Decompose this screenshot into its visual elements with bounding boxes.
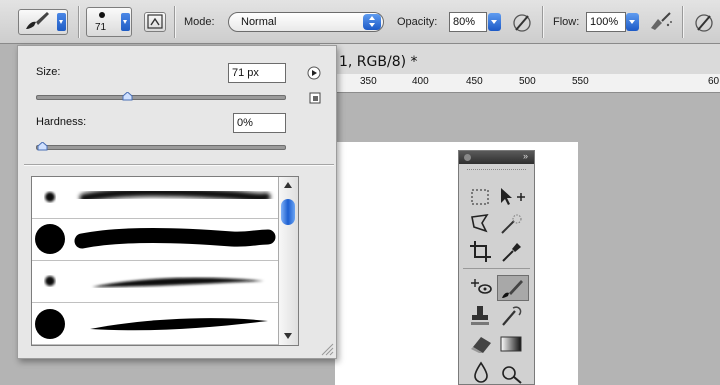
tablet-opacity-icon[interactable] — [510, 10, 534, 34]
list-item[interactable] — [32, 261, 278, 303]
ruler-tick-label: 550 — [572, 76, 589, 87]
stamp-icon — [471, 306, 489, 325]
marquee-tool[interactable] — [467, 185, 499, 211]
blur-tool[interactable] — [467, 359, 499, 385]
dodge-tool[interactable] — [497, 359, 529, 385]
toggle-brush-panel-button[interactable] — [144, 12, 166, 32]
ruler-tick-label: 500 — [519, 76, 536, 87]
size-slider-thumb[interactable] — [122, 92, 133, 101]
tools-panel: » — [458, 150, 535, 385]
brush-preset-hard-large — [35, 224, 276, 254]
chevron-down-icon — [57, 13, 66, 31]
eraser-icon — [471, 337, 491, 353]
toggle-brush-panel-icon — [147, 14, 163, 29]
scroll-up-icon[interactable] — [284, 182, 292, 188]
options-bar: 71 Mode: Normal Opacity: 80% Flow: 100% — [0, 0, 720, 44]
opacity-label: Opacity: — [397, 16, 438, 28]
brush-tool[interactable] — [497, 275, 529, 301]
tools-panel-header[interactable]: » — [459, 151, 534, 164]
chevron-down-icon — [121, 13, 130, 31]
dodge-icon — [502, 366, 522, 384]
mode-select[interactable]: Normal — [228, 12, 384, 32]
mode-select-value: Normal — [241, 16, 277, 28]
magic-wand-tool[interactable] — [497, 211, 529, 237]
document-title[interactable]: 1, RGB/8) * — [339, 54, 418, 70]
hardness-slider[interactable] — [36, 142, 286, 151]
list-item[interactable] — [32, 219, 278, 261]
move-tool[interactable] — [497, 185, 529, 211]
brush-preset-hard-large-tapered — [35, 309, 268, 339]
opacity-field[interactable]: 80% — [449, 12, 487, 32]
blur-icon — [474, 361, 488, 383]
brush-icon — [502, 280, 523, 298]
lasso-tool[interactable] — [467, 211, 499, 237]
move-icon — [501, 188, 525, 205]
crop-tool[interactable] — [467, 239, 499, 265]
resize-grip-icon[interactable] — [320, 342, 334, 356]
brush-size-readout: 71 — [95, 22, 107, 33]
flow-dropdown-button[interactable] — [626, 13, 639, 31]
collapse-icon[interactable]: » — [523, 151, 528, 161]
hardness-field[interactable]: 0% — [233, 113, 286, 133]
history-brush-tool[interactable] — [497, 303, 529, 329]
tablet-size-icon[interactable] — [692, 10, 716, 34]
hardness-label: Hardness: — [36, 116, 87, 128]
brush-preset-soft-small — [45, 187, 271, 203]
flow-field[interactable]: 100% — [586, 12, 626, 32]
hardness-slider-thumb[interactable] — [37, 142, 48, 151]
marquee-icon — [471, 189, 489, 205]
brush-preset-picker[interactable]: 71 — [86, 7, 132, 37]
brush-preset-icon — [99, 12, 105, 18]
flyout-menu-icon[interactable] — [307, 66, 321, 80]
clone-stamp-tool[interactable] — [467, 303, 499, 329]
gradient-icon — [500, 336, 522, 352]
new-preset-icon[interactable] — [309, 92, 321, 104]
mode-label: Mode: — [184, 16, 215, 28]
history-brush-icon — [502, 306, 522, 326]
crop-icon — [470, 241, 491, 262]
preset-list-scrollbar[interactable] — [278, 177, 298, 345]
magic-wand-icon — [501, 214, 522, 234]
list-item[interactable] — [32, 177, 278, 219]
gradient-tool[interactable] — [497, 331, 529, 357]
lasso-icon — [471, 213, 489, 233]
size-slider[interactable] — [36, 92, 286, 101]
scrollbar-thumb[interactable] — [281, 199, 295, 225]
ruler-tick-label: 450 — [466, 76, 483, 87]
ruler-tick-label: 400 — [412, 76, 429, 87]
close-icon[interactable] — [464, 154, 471, 161]
ruler-tick-label: 60 — [708, 76, 720, 87]
eraser-tool[interactable] — [467, 331, 499, 357]
eyedropper-icon — [502, 243, 521, 262]
document-canvas[interactable] — [335, 142, 578, 385]
brush-preset-picker-panel: Size: 71 px Hardness: 0% — [17, 45, 337, 359]
size-field[interactable]: 71 px — [228, 63, 286, 83]
scroll-down-icon[interactable] — [284, 333, 292, 339]
opacity-dropdown-button[interactable] — [488, 13, 501, 31]
panel-grip[interactable] — [467, 169, 526, 173]
horizontal-ruler: 5 350 400 450 500 550 60 — [320, 74, 720, 93]
size-label: Size: — [36, 66, 61, 78]
list-item[interactable] — [32, 303, 278, 345]
ruler-tick-label: 350 — [360, 76, 377, 87]
select-arrows-icon — [363, 14, 381, 30]
brush-preset-list[interactable] — [31, 176, 299, 346]
eyedropper-tool[interactable] — [497, 239, 529, 265]
flow-label: Flow: — [553, 16, 580, 28]
brush-tool-icon — [26, 12, 49, 29]
airbrush-icon[interactable] — [648, 10, 674, 34]
spot-healing-tool[interactable] — [467, 275, 499, 301]
spot-heal-icon — [471, 279, 492, 294]
brush-preset-soft-small-tapered — [45, 276, 264, 287]
tool-preset-picker[interactable] — [18, 9, 68, 35]
